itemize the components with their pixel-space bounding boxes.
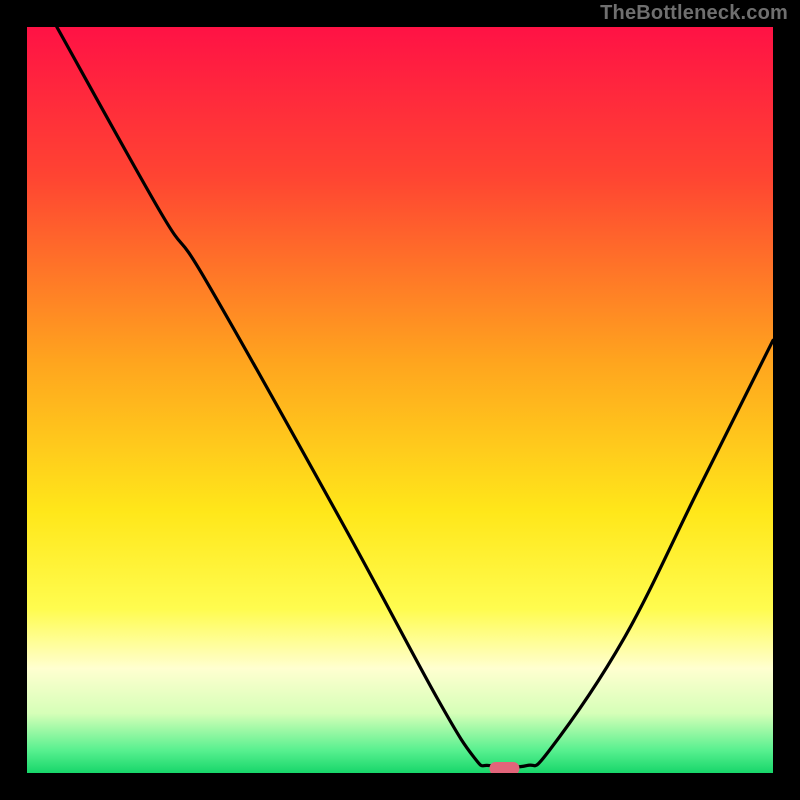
gradient-background [27,27,773,773]
optimal-marker [490,762,520,775]
bottleneck-chart [0,0,800,800]
chart-frame: TheBottleneck.com [0,0,800,800]
